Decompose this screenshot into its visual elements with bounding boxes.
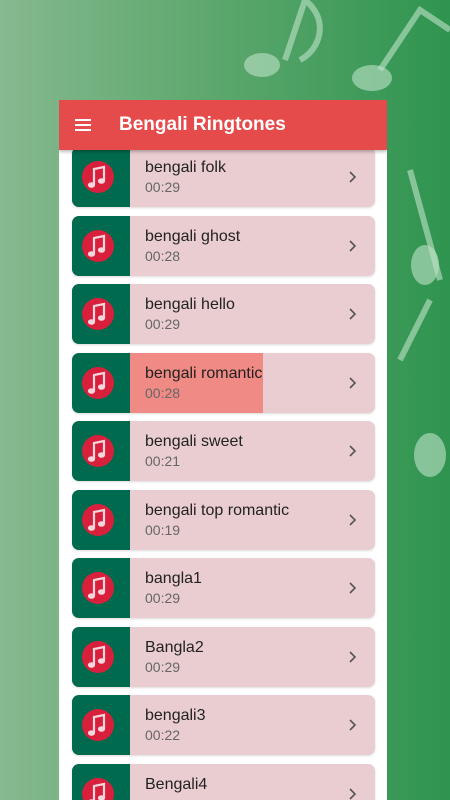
list-item[interactable]: bengali3 00:22 bbox=[72, 695, 375, 755]
bangladesh-flag-music-icon bbox=[72, 215, 130, 276]
ringtone-name: bengali sweet bbox=[145, 433, 243, 450]
ringtone-duration: 00:29 bbox=[145, 179, 181, 195]
playing-highlight bbox=[130, 352, 263, 413]
bangladesh-flag-music-icon bbox=[72, 489, 130, 550]
chevron-right-icon[interactable] bbox=[347, 713, 359, 737]
list-item[interactable]: bengali hello 00:29 bbox=[72, 284, 375, 344]
ringtone-name: bengali ghost bbox=[145, 227, 241, 245]
app-bar: Bengali Ringtones bbox=[59, 100, 387, 150]
chevron-right-icon[interactable] bbox=[347, 371, 359, 395]
ringtone-name: bengali3 bbox=[145, 707, 206, 724]
ringtone-name: bangla1 bbox=[145, 570, 202, 587]
chevron-right-icon[interactable] bbox=[347, 782, 359, 800]
bangladesh-flag-music-icon bbox=[72, 284, 130, 344]
ringtone-name: bengali folk bbox=[145, 159, 226, 176]
bangladesh-flag-music-icon bbox=[72, 558, 130, 618]
chevron-right-icon[interactable] bbox=[347, 576, 359, 600]
ringtone-duration: 00:19 bbox=[145, 521, 181, 538]
ringtone-duration: 00:29 bbox=[145, 658, 181, 675]
list-item[interactable]: bangla1 00:29 bbox=[72, 558, 375, 618]
bangladesh-flag-music-icon bbox=[72, 763, 130, 800]
bangladesh-flag-music-icon bbox=[72, 352, 130, 413]
list-item[interactable]: Bangla2 00:29 bbox=[72, 626, 375, 687]
chevron-right-icon[interactable] bbox=[347, 302, 359, 326]
list-item[interactable]: bengali ghost 00:28 bbox=[72, 215, 375, 276]
list-item[interactable]: bengali top romantic 00:19 bbox=[72, 489, 375, 550]
menu-icon bbox=[75, 119, 91, 131]
list-item[interactable]: Bengali4 bbox=[72, 763, 375, 800]
ringtone-duration: 00:28 bbox=[145, 384, 181, 401]
ringtone-duration: 00:22 bbox=[145, 727, 181, 743]
ringtone-name: Bangla2 bbox=[145, 638, 204, 656]
menu-button[interactable] bbox=[59, 100, 107, 150]
bangladesh-flag-music-icon bbox=[72, 147, 130, 207]
chevron-right-icon[interactable] bbox=[347, 439, 359, 463]
chevron-right-icon[interactable] bbox=[347, 645, 359, 669]
ringtone-duration: 00:29 bbox=[145, 590, 181, 606]
ringtone-name: bengali romantic bbox=[145, 364, 263, 382]
ringtone-duration: 00:21 bbox=[145, 453, 181, 469]
ringtone-duration: 00:29 bbox=[145, 316, 181, 332]
bangladesh-flag-music-icon bbox=[72, 626, 130, 687]
app-panel: Bengali Ringtones bengali folk 00:29 benga… bbox=[59, 100, 387, 800]
ringtone-name: bengali hello bbox=[145, 296, 235, 313]
chevron-right-icon[interactable] bbox=[347, 234, 359, 258]
bangladesh-flag-music-icon bbox=[72, 421, 130, 481]
list-item[interactable]: bengali sweet 00:21 bbox=[72, 421, 375, 481]
bangladesh-flag-music-icon bbox=[72, 695, 130, 755]
ringtone-name: bengali top romantic bbox=[145, 501, 290, 519]
chevron-right-icon[interactable] bbox=[347, 508, 359, 532]
ringtone-name: Bengali4 bbox=[145, 775, 208, 793]
list-item[interactable]: bengali folk 00:29 bbox=[72, 147, 375, 207]
ringtone-duration: 00:28 bbox=[145, 247, 181, 264]
page-title: Bengali Ringtones bbox=[119, 114, 286, 135]
list-item[interactable]: bengali romantic 00:28 bbox=[72, 352, 375, 413]
chevron-right-icon[interactable] bbox=[347, 165, 359, 189]
